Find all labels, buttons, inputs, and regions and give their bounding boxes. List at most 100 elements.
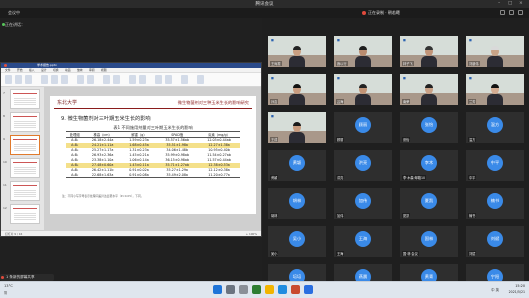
- participant-avatar: 顾丽: [355, 117, 371, 133]
- ribbon-button[interactable]: [165, 75, 172, 84]
- ribbon-button[interactable]: [181, 75, 188, 84]
- participant-tile[interactable]: 国林 国·林·会议: [400, 226, 458, 257]
- menu-item[interactable]: 放映: [77, 68, 83, 72]
- participant-tile[interactable]: 张怡 张怡: [400, 112, 458, 143]
- slide-thumbnail[interactable]: [10, 158, 40, 178]
- participant-tile[interactable]: ■ 我以行: [334, 36, 392, 67]
- participant-name: 吕海: [336, 99, 345, 104]
- maximize-icon[interactable]: □: [508, 1, 512, 6]
- participant-tile[interactable]: 加伟 加伟: [334, 188, 392, 219]
- grid-view-icon[interactable]: [500, 10, 505, 15]
- clock-time[interactable]: 15:20: [515, 284, 525, 288]
- powerpoint-icon[interactable]: [291, 285, 300, 294]
- notice-text: 1 条新的屏幕共享: [6, 275, 35, 279]
- participant-name: 胡林: [270, 213, 279, 218]
- participant-tile[interactable]: 吴小 吴小: [268, 226, 326, 257]
- ribbon-button[interactable]: [155, 75, 162, 84]
- ribbon-button[interactable]: [5, 75, 12, 84]
- participant-name: 楠书: [468, 213, 477, 218]
- more-icon[interactable]: [518, 10, 523, 15]
- participant-name: 刘朋伟: [468, 61, 480, 66]
- ribbon-button[interactable]: [41, 75, 48, 84]
- participant-tile[interactable]: 黄颖 黄颖: [268, 150, 326, 181]
- ribbon-button[interactable]: [113, 75, 120, 84]
- title-bar: 腾讯会议 – □ ×: [0, 0, 529, 8]
- participant-avatar: 胡林: [289, 193, 305, 209]
- participant-tile[interactable]: ■ 兰芳: [466, 74, 524, 105]
- clock-date[interactable]: 2021/5/21: [509, 290, 525, 294]
- fullscreen-icon[interactable]: [509, 10, 514, 15]
- participant-tile[interactable]: 胡林 胡林: [268, 188, 326, 219]
- participant-name: 我以行: [336, 61, 348, 66]
- ribbon-button[interactable]: [139, 75, 146, 84]
- participant-tile[interactable]: 夏凯 夏凯: [400, 188, 458, 219]
- ribbon-button[interactable]: [87, 75, 94, 84]
- task-view-icon[interactable]: [239, 285, 248, 294]
- participant-tile[interactable]: 顾丽 顾丽: [334, 112, 392, 143]
- weather-temperature[interactable]: 13°C: [4, 284, 13, 288]
- menu-item[interactable]: 开始: [17, 68, 23, 72]
- menu-item[interactable]: 视图: [101, 68, 107, 72]
- file-explorer-icon[interactable]: [265, 285, 274, 294]
- ribbon-button[interactable]: [25, 75, 32, 84]
- weather-description: 阴: [4, 291, 8, 295]
- menu-item[interactable]: 切换: [53, 68, 59, 72]
- menu-item[interactable]: 插入: [29, 68, 35, 72]
- participant-tile[interactable]: ■ 南荣: [400, 74, 458, 105]
- participant-tile[interactable]: 楠书 楠书: [466, 188, 524, 219]
- ribbon-button[interactable]: [103, 75, 110, 84]
- slide-thumbnail[interactable]: [10, 181, 40, 201]
- edge-browser-icon[interactable]: [278, 285, 287, 294]
- participant-avatar: 刘斌: [487, 231, 503, 247]
- minimize-icon[interactable]: –: [498, 1, 500, 6]
- menu-item[interactable]: 动画: [65, 68, 71, 72]
- meeting-window: 腾讯会议 – □ × 会议中 正在录制 · 朝若曦 正在讲话： 学术报告.ppt…: [0, 0, 529, 298]
- participant-name: 国·林·会议: [402, 251, 419, 256]
- ribbon-button[interactable]: [51, 75, 58, 84]
- zoom-level[interactable]: + 100%: [246, 232, 257, 236]
- menu-item[interactable]: 文件: [5, 68, 11, 72]
- tencent-meeting-icon[interactable]: [304, 285, 313, 294]
- ribbon-button[interactable]: [77, 75, 84, 84]
- slide-thumbnail-selected[interactable]: [10, 135, 40, 155]
- menu-item[interactable]: 设计: [41, 68, 47, 72]
- slide-thumbnail[interactable]: [10, 112, 40, 132]
- close-icon[interactable]: ×: [519, 1, 523, 6]
- participant-name: 夏凯: [402, 213, 411, 218]
- screen-share-notice[interactable]: 1 条新的屏幕共享: [0, 274, 54, 281]
- participant-tile[interactable]: ■ 林子飞: [400, 36, 458, 67]
- participant-tile[interactable]: ■ 王尚振: [268, 36, 326, 67]
- participant-tile[interactable]: 李木 李·木森·邮箱10: [400, 150, 458, 181]
- university-logo: 东北大学: [57, 100, 78, 106]
- participant-tile[interactable]: 洪亮 洪亮: [334, 150, 392, 181]
- participant-tile[interactable]: 王海 王海: [334, 226, 392, 257]
- participant-tile[interactable]: ■ 孙嘉: [268, 74, 326, 105]
- participant-name: 王成: [270, 137, 279, 142]
- participant-tile[interactable]: 刘斌 刘斌: [466, 226, 524, 257]
- participant-tile[interactable]: ■ 刘朋伟: [466, 36, 524, 67]
- wechat-icon[interactable]: [252, 285, 261, 294]
- participant-tile[interactable]: 中平 中平: [466, 150, 524, 181]
- ribbon-button[interactable]: [129, 75, 136, 84]
- input-method-indicator[interactable]: 中 英: [491, 287, 499, 292]
- start-icon[interactable]: [213, 285, 222, 294]
- ribbon-button[interactable]: [15, 75, 22, 84]
- participant-tile[interactable]: ■ 王成: [268, 112, 326, 143]
- table-cell: 0.91±0.08a: [121, 172, 157, 178]
- virtual-background-logo-icon: ■: [271, 76, 274, 80]
- recording-icon: [362, 11, 366, 15]
- participant-video: [487, 46, 503, 67]
- ribbon-button[interactable]: [61, 75, 68, 84]
- search-icon[interactable]: [226, 285, 235, 294]
- slide-thumbnail[interactable]: [10, 204, 40, 224]
- participant-tile[interactable]: ■ 吕海: [334, 74, 392, 105]
- virtual-background-logo-icon: ■: [271, 114, 274, 118]
- participant-avatar: 楠书: [487, 193, 503, 209]
- menu-item[interactable]: 审阅: [89, 68, 95, 72]
- participant-name: 中平: [468, 175, 477, 180]
- participant-tile[interactable]: 温方 温方: [466, 112, 524, 143]
- current-slide: 东北大学 微生物菌剂对三种玉米生长的影响研究 9. 微生物菌剂对三叶期玉米生长的…: [50, 96, 256, 214]
- slide-thumbnail[interactable]: [10, 89, 40, 109]
- thumbnail-number: 8: [3, 114, 5, 118]
- ribbon-button[interactable]: [197, 75, 204, 84]
